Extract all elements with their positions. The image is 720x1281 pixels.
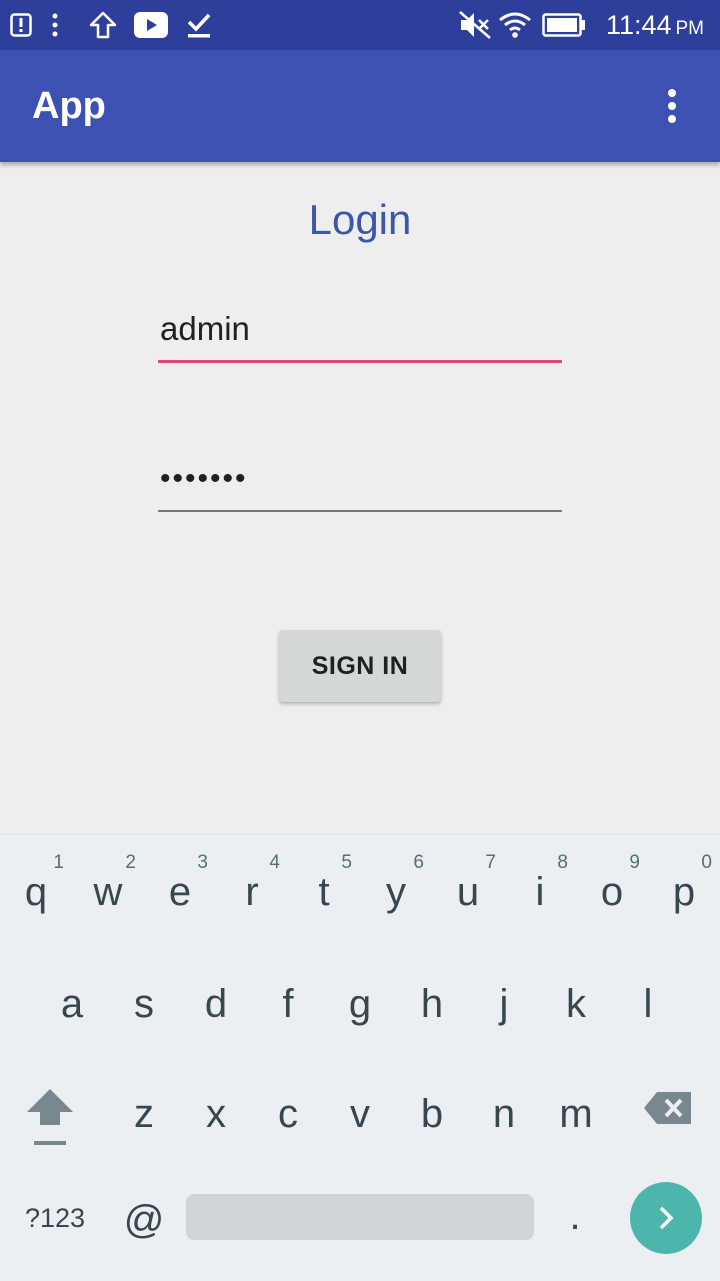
- symbols-key[interactable]: ?123: [10, 1190, 100, 1246]
- key-hint: 7: [485, 852, 496, 873]
- key-label: l: [643, 982, 653, 1026]
- key-label: j: [499, 982, 509, 1026]
- at-key[interactable]: @: [112, 1190, 176, 1250]
- overflow-menu-button[interactable]: [652, 86, 692, 126]
- key-label: n: [492, 1092, 516, 1136]
- chevron-right-icon: [659, 1206, 674, 1230]
- key-hint: 8: [557, 852, 568, 873]
- key-label: v: [350, 1092, 370, 1136]
- key-u[interactable]: u7: [432, 838, 504, 938]
- key-c[interactable]: c: [252, 1050, 324, 1150]
- key-f[interactable]: f: [252, 940, 324, 1040]
- key-x[interactable]: x: [180, 1050, 252, 1150]
- app-bar: App: [0, 50, 720, 162]
- key-label: x: [206, 1092, 226, 1136]
- key-g[interactable]: g: [324, 940, 396, 1040]
- key-label: c: [278, 1092, 298, 1136]
- shift-icon: [27, 1089, 73, 1145]
- key-hint: 1: [53, 852, 64, 873]
- password-value: •••••••: [160, 462, 248, 495]
- key-hint: 5: [341, 852, 352, 873]
- key-hint: 3: [197, 852, 208, 873]
- youtube-icon: [134, 12, 168, 38]
- key-label: s: [134, 982, 154, 1026]
- mute-icon: [459, 11, 491, 39]
- key-hint: 0: [701, 852, 712, 873]
- status-time-ampm: PM: [675, 18, 705, 39]
- key-label: w: [93, 870, 123, 914]
- wifi-icon: [499, 12, 531, 38]
- key-label: t: [318, 870, 330, 914]
- key-hint: 6: [413, 852, 424, 873]
- key-label: b: [420, 1092, 444, 1136]
- key-h[interactable]: h: [396, 940, 468, 1040]
- key-k[interactable]: k: [540, 940, 612, 1040]
- key-label: y: [386, 870, 406, 914]
- period-key[interactable]: .: [548, 1186, 602, 1246]
- key-i[interactable]: i8: [504, 838, 576, 938]
- key-hint: 4: [269, 852, 280, 873]
- key-r[interactable]: r4: [216, 838, 288, 938]
- username-value: admin: [160, 310, 250, 347]
- key-label: k: [566, 982, 586, 1026]
- key-label: z: [134, 1092, 154, 1136]
- key-m[interactable]: m: [540, 1050, 612, 1150]
- key-q[interactable]: q1: [0, 838, 72, 938]
- key-l[interactable]: l: [612, 940, 684, 1040]
- key-label: p: [672, 870, 696, 914]
- key-j[interactable]: j: [468, 940, 540, 1040]
- more-vert-icon: [668, 89, 676, 123]
- key-w[interactable]: w2: [72, 838, 144, 938]
- key-label: d: [204, 982, 228, 1026]
- key-label: u: [456, 870, 480, 914]
- key-n[interactable]: n: [468, 1050, 540, 1150]
- key-a[interactable]: a: [36, 940, 108, 1040]
- key-z[interactable]: z: [108, 1050, 180, 1150]
- key-label: m: [559, 1092, 593, 1136]
- enter-key[interactable]: [630, 1182, 702, 1254]
- key-label: e: [168, 870, 192, 914]
- backspace-icon: [644, 1092, 691, 1124]
- download-done-icon: [187, 13, 211, 38]
- login-title: Login: [308, 196, 412, 243]
- app-title: App: [32, 85, 106, 127]
- key-label: f: [282, 982, 294, 1026]
- key-label: q: [24, 870, 48, 914]
- key-label: h: [420, 982, 444, 1026]
- upload-arrow-icon: [89, 11, 117, 39]
- key-label: i: [535, 870, 545, 914]
- status-time: 11:44 PM: [606, 8, 704, 42]
- shift-key[interactable]: [14, 1080, 86, 1152]
- key-e[interactable]: e3: [144, 838, 216, 938]
- key-o[interactable]: o9: [576, 838, 648, 938]
- key-y[interactable]: y6: [360, 838, 432, 938]
- key-t[interactable]: t5: [288, 838, 360, 938]
- key-label: r: [245, 870, 259, 914]
- backspace-key[interactable]: [632, 1080, 704, 1136]
- battery-icon: [542, 13, 585, 37]
- key-label: a: [60, 982, 84, 1026]
- key-b[interactable]: b: [396, 1050, 468, 1150]
- key-label: o: [600, 870, 624, 914]
- key-d[interactable]: d: [180, 940, 252, 1040]
- more-vert-small-icon: [52, 13, 58, 37]
- status-bar: 11:44 PM: [0, 0, 720, 50]
- spacebar[interactable]: [186, 1194, 534, 1240]
- status-time-value: 11:44: [605, 10, 672, 40]
- key-s[interactable]: s: [108, 940, 180, 1040]
- key-hint: 2: [125, 852, 136, 873]
- sign-in-button[interactable]: SIGN IN: [279, 630, 441, 702]
- key-hint: 9: [629, 852, 640, 873]
- key-label: g: [348, 982, 372, 1026]
- password-field[interactable]: •••••••: [158, 450, 562, 512]
- key-p[interactable]: p0: [648, 838, 720, 938]
- alert-icon: [10, 13, 32, 37]
- key-v[interactable]: v: [324, 1050, 396, 1150]
- username-field[interactable]: admin: [158, 300, 562, 363]
